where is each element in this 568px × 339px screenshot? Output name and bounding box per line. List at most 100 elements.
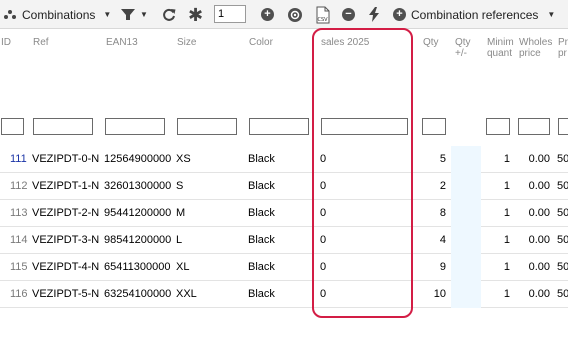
cell-ref: VEZIPDT-0-N [32,153,100,165]
column-header-size[interactable]: Size [177,37,196,48]
minus-circle-icon: − [342,8,355,21]
cell-wholesale-price: 0.00 [528,234,550,246]
cell-price: 50 [557,261,568,273]
combinations-icon [4,10,16,19]
filter-input-price[interactable] [558,118,568,135]
combination-references-label: Combination references [411,7,539,22]
min-qty-line-2: quant [487,48,513,59]
min-qty-line-1: Minim [487,37,514,48]
table-row[interactable]: 111 VEZIPDT-0-N 12564900000 XS Black 0 5… [0,146,568,173]
cell-id: 111 [10,153,27,165]
page-input[interactable] [214,5,246,23]
column-header-id[interactable]: ID [1,37,11,48]
column-header-sales[interactable]: sales 2025 [321,37,369,48]
qty-plus-minus-cell[interactable] [451,200,481,227]
cell-size: L [176,234,183,246]
combinations-label: Combinations [22,7,96,22]
cell-price: 50 [557,207,568,219]
qty-plus-minus-cell[interactable] [451,173,481,200]
filter-input-minimal-quantity[interactable] [486,118,510,135]
cell-color: Black [248,207,275,219]
cell-sales: 0 [320,288,327,300]
lightning-icon [369,7,379,22]
cell-ean13: 65411300000 [104,261,171,273]
filter-input-ref[interactable] [33,118,93,135]
cell-price: 50 [557,153,568,165]
cell-size: XS [176,153,191,165]
cell-color: Black [248,288,275,300]
cell-color: Black [248,180,275,192]
cell-minimal-quantity: 1 [503,261,510,273]
filter-input-qty[interactable] [422,118,446,135]
column-header-ean13[interactable]: EAN13 [106,37,138,48]
cell-ean13: 63254100000 [104,288,172,300]
filter-icon [121,9,135,20]
cell-minimal-quantity: 1 [503,288,510,300]
chevron-down-icon: ▼ [103,10,112,19]
column-header-color[interactable]: Color [249,37,273,48]
cell-qty: 9 [439,261,446,273]
cell-id: 112 [10,180,28,192]
filter-input-color[interactable] [249,118,309,135]
column-header-price[interactable]: Pr pr [558,37,568,59]
filter-input-id[interactable] [1,118,24,135]
cell-wholesale-price: 0.00 [528,207,550,219]
cell-size: XL [176,261,190,273]
cell-color: Black [248,153,275,165]
export-csv-button[interactable]: CSV [316,0,330,29]
cell-ref: VEZIPDT-3-N [32,234,100,246]
cell-ean13: 12564900000 [104,153,172,165]
cell-ean13: 95441200000 [104,207,172,219]
cell-sales: 0 [320,153,327,165]
sync-button[interactable] [287,0,303,29]
cell-minimal-quantity: 1 [503,153,510,165]
csv-file-icon: CSV [316,6,330,23]
cell-qty: 4 [439,234,446,246]
remove-button[interactable]: − [342,0,355,29]
price-line-2: pr [558,48,567,59]
cell-sales: 0 [320,180,327,192]
cell-color: Black [248,234,275,246]
column-header-qty[interactable]: Qty [423,37,439,48]
column-header-wholesale-price[interactable]: Wholes price [519,37,552,59]
price-line-1: Pr [558,37,568,48]
refresh-button[interactable] [162,0,176,29]
combinations-menu[interactable]: Combinations ▼ [3,0,111,29]
cell-id: 116 [10,288,28,300]
cell-qty: 2 [439,180,446,192]
cell-color: Black [248,261,275,273]
cell-wholesale-price: 0.00 [528,180,550,192]
qty-plus-minus-cell[interactable] [451,227,481,254]
cell-id: 113 [10,207,28,219]
cell-qty: 8 [439,207,446,219]
column-header-minimal-quantity[interactable]: Minim quant [487,37,514,59]
qty-plus-minus-cell[interactable] [451,281,481,308]
table-row[interactable]: 115 VEZIPDT-4-N 65411300000 XL Black 0 9… [0,254,568,281]
column-header-ref[interactable]: Ref [33,37,49,48]
column-header-qty-plus-minus[interactable]: Qty +/- [455,37,471,59]
table-row[interactable]: 112 VEZIPDT-1-N 32601300000 S Black 0 2 … [0,173,568,200]
cell-id: 114 [10,234,28,246]
cell-ref: VEZIPDT-5-N [32,288,100,300]
filter-input-sales[interactable] [321,118,408,135]
cell-price: 50 [557,180,568,192]
combination-references-menu[interactable]: + Combination references ▼ [393,0,555,29]
lightning-button[interactable] [368,0,380,29]
plus-circle-icon: + [393,8,406,21]
cell-ref: VEZIPDT-4-N [32,261,100,273]
filter-input-wholesale-price[interactable] [518,118,550,135]
filter-button[interactable]: ▼ [121,0,148,29]
csv-label: CSV [318,17,329,23]
table-row[interactable]: 116 VEZIPDT-5-N 63254100000 XXL Black 0 … [0,281,568,308]
add-button[interactable]: + [261,0,274,29]
refresh-icon [163,8,176,21]
filter-input-size[interactable] [177,118,237,135]
table-row[interactable]: 113 VEZIPDT-2-N 95441200000 M Black 0 8 … [0,200,568,227]
qty-plus-minus-cell[interactable] [451,146,481,173]
asterisk-button[interactable]: ✱ [188,0,203,29]
toolbar: Combinations ▼ ▼ ✱ + CSV [0,0,568,29]
filter-input-ean13[interactable] [105,118,165,135]
qty-plus-minus-cell[interactable] [451,254,481,281]
cell-size: XXL [176,288,197,300]
table-row[interactable]: 114 VEZIPDT-3-N 98541200000 L Black 0 4 … [0,227,568,254]
